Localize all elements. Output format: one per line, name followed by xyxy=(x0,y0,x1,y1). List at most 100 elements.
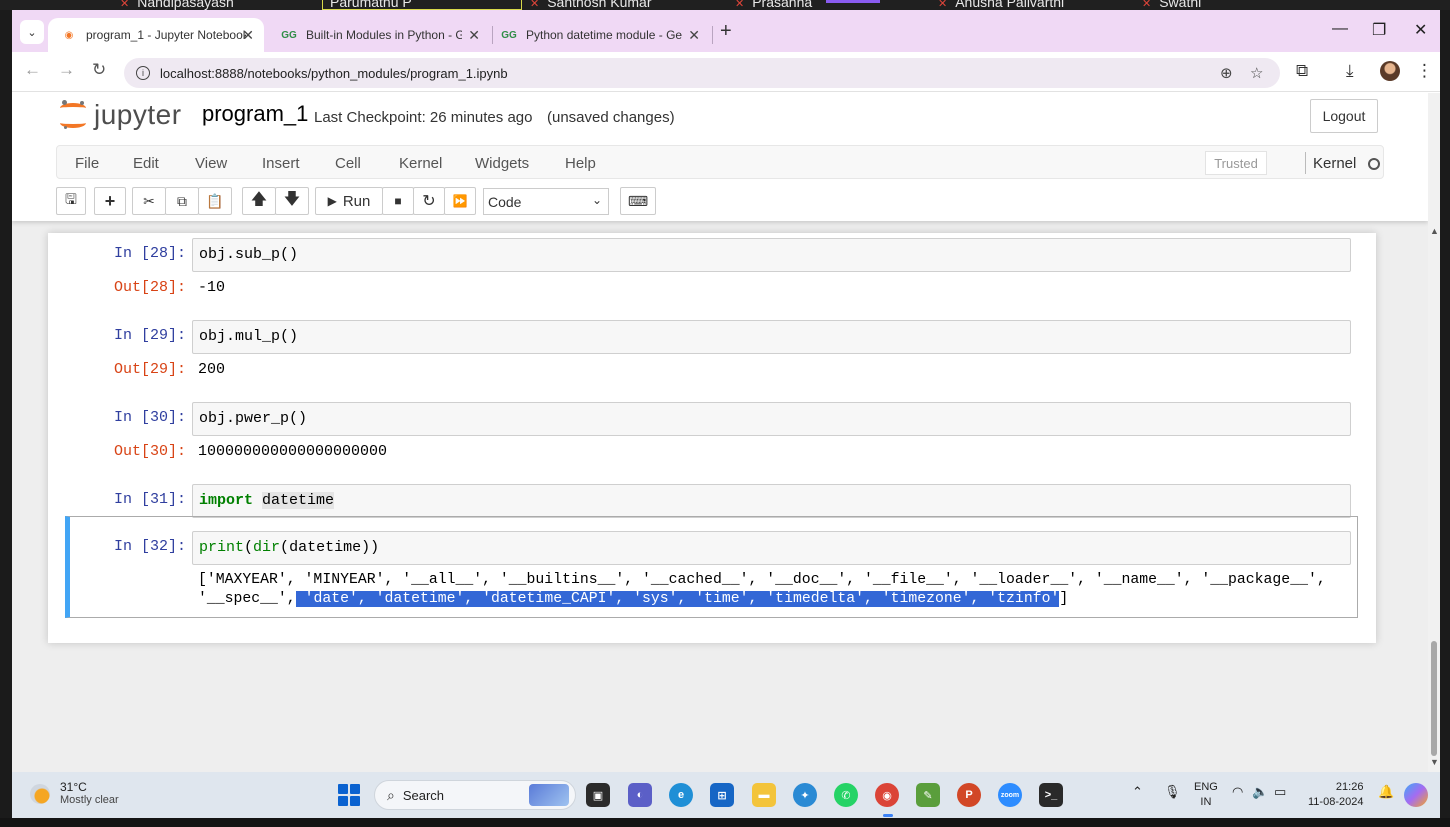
restore-icon[interactable]: ❐ xyxy=(1372,20,1386,40)
zoom-app-icon[interactable]: zoom xyxy=(998,783,1022,807)
back-icon[interactable]: ← xyxy=(24,60,41,80)
save-icon[interactable]: 🖫 xyxy=(56,187,86,215)
code-cell-input[interactable]: obj.sub_p() xyxy=(192,238,1351,272)
command-palette-icon[interactable]: ⌨ xyxy=(620,187,656,215)
edge-icon[interactable]: e xyxy=(669,783,693,807)
page-scrollbar[interactable]: ▲ ▼ xyxy=(1428,93,1440,772)
gfg-favicon-icon: GG xyxy=(281,29,297,41)
tab-datetime-module[interactable]: GG Python datetime module - Geel ✕ xyxy=(488,18,710,52)
jupyter-header: jupyter program_1 Last Checkpoint: 26 mi… xyxy=(12,93,1428,221)
forward-icon[interactable]: → xyxy=(58,60,75,80)
powerpoint-icon[interactable]: P xyxy=(957,783,981,807)
logout-button[interactable]: Logout xyxy=(1310,99,1378,133)
weather-widget[interactable]: 31°C Mostly clear xyxy=(30,780,119,806)
restart-kernel-icon[interactable]: ↻ xyxy=(413,187,445,215)
code-cell-input[interactable]: import datetime xyxy=(192,484,1351,518)
file-explorer-icon[interactable]: ▬ xyxy=(752,783,776,807)
extensions-icon[interactable]: ⧉ xyxy=(1296,61,1308,81)
site-info-icon[interactable]: i xyxy=(136,66,150,80)
notebook-menubar: File Edit View Insert Cell Kernel Widget… xyxy=(56,145,1384,179)
cell-output-line-1: ['MAXYEAR', 'MINYEAR', '__all__', '__bui… xyxy=(198,572,1326,588)
menu-help[interactable]: Help xyxy=(565,155,596,172)
show-hidden-icons-icon[interactable]: ⌃ xyxy=(1132,784,1143,800)
chrome-icon[interactable]: ◉ xyxy=(875,783,899,807)
windows-start-icon[interactable] xyxy=(338,784,360,806)
in-prompt: In [29]: xyxy=(114,327,187,344)
tab-program-1[interactable]: ◉ program_1 - Jupyter Notebook ✕ xyxy=(48,18,264,52)
whatsapp-icon[interactable]: ✆ xyxy=(834,783,858,807)
store-icon[interactable]: ⊞ xyxy=(710,783,734,807)
tab-builtin-modules[interactable]: GG Built-in Modules in Python - Ge ✕ xyxy=(268,18,490,52)
menu-widgets[interactable]: Widgets xyxy=(475,155,529,172)
download-icon[interactable]: ⤓ xyxy=(1346,61,1354,81)
mic-muted-icon: ✕ xyxy=(938,0,948,10)
profile-avatar[interactable] xyxy=(1380,61,1400,81)
search-highlight-image xyxy=(529,784,569,806)
terminal-icon[interactable]: >_ xyxy=(1039,783,1063,807)
zoom-icon[interactable]: ⊕ xyxy=(1220,64,1233,82)
close-tab-icon[interactable]: ✕ xyxy=(468,27,480,44)
selected-text[interactable]: 'date', 'datetime', 'datetime_CAPI', 'sy… xyxy=(295,591,1060,607)
screen-bottom-strip xyxy=(0,818,1450,827)
menu-edit[interactable]: Edit xyxy=(133,155,159,172)
cut-icon[interactable]: ✂ xyxy=(132,187,166,215)
url-input[interactable]: i localhost:8888/notebooks/python_module… xyxy=(124,58,1280,88)
minimize-icon[interactable]: — xyxy=(1332,20,1348,38)
scroll-down-icon[interactable]: ▼ xyxy=(1430,757,1439,767)
new-tab-icon[interactable]: + xyxy=(720,20,732,43)
cell-type-select[interactable]: Code ⌄ xyxy=(483,188,609,215)
reload-icon[interactable]: ↻ xyxy=(92,60,106,80)
close-tab-icon[interactable]: ✕ xyxy=(688,27,700,44)
trusted-indicator[interactable]: Trusted xyxy=(1205,151,1267,175)
restart-run-all-icon[interactable]: ⏩ xyxy=(444,187,476,215)
move-down-icon[interactable]: 🡇 xyxy=(275,187,309,215)
close-tab-icon[interactable]: ✕ xyxy=(242,27,254,44)
copy-icon[interactable]: ⧉ xyxy=(165,187,199,215)
notebook-title[interactable]: program_1 xyxy=(202,101,308,127)
weather-moon-icon xyxy=(30,784,50,804)
microphone-icon[interactable]: 🎙 xyxy=(1164,784,1181,800)
search-icon: ⌕ xyxy=(387,786,395,803)
participant-name: ✕ Prasanna xyxy=(735,0,813,10)
volume-icon[interactable]: 🔈 xyxy=(1252,784,1268,800)
insert-cell-icon[interactable]: + xyxy=(94,187,126,215)
menu-file[interactable]: File xyxy=(75,155,99,172)
teams-icon[interactable]: ◐ xyxy=(628,783,652,807)
jupyter-logo[interactable]: jupyter xyxy=(60,99,182,131)
run-button[interactable]: ▶ Run xyxy=(315,187,383,215)
browser-menu-icon[interactable]: ⋮ xyxy=(1416,61,1433,81)
task-view-icon[interactable]: ▣ xyxy=(586,783,610,807)
active-app-indicator xyxy=(883,814,893,817)
tab-search-button[interactable]: ⌄ xyxy=(20,20,44,44)
battery-icon[interactable]: ▭ xyxy=(1274,784,1286,800)
interrupt-kernel-icon[interactable]: ■ xyxy=(382,187,414,215)
code-cell-input[interactable]: obj.pwer_p() xyxy=(192,402,1351,436)
menu-kernel[interactable]: Kernel xyxy=(399,155,442,172)
copilot-icon[interactable]: ✦ xyxy=(793,783,817,807)
taskbar-search[interactable]: ⌕ Search xyxy=(374,780,576,810)
copilot-pre-icon[interactable] xyxy=(1404,783,1428,807)
in-prompt: In [32]: xyxy=(114,538,187,555)
move-up-icon[interactable]: 🡅 xyxy=(242,187,276,215)
system-clock[interactable]: 21:26 11-08-2024 xyxy=(1308,780,1363,810)
participant-name: ✕ Santhosh Kumar xyxy=(530,0,652,10)
scroll-up-icon[interactable]: ▲ xyxy=(1430,226,1439,236)
code-cell-input[interactable]: print(dir(datetime)) xyxy=(192,531,1351,565)
scrollbar-thumb[interactable] xyxy=(1431,641,1437,756)
language-indicator[interactable]: ENG IN xyxy=(1194,780,1218,810)
mic-muted-icon: ✕ xyxy=(120,0,130,10)
browser-window: ⌄ ◉ program_1 - Jupyter Notebook ✕ GG Bu… xyxy=(12,10,1440,772)
notifications-icon[interactable]: 🔔 xyxy=(1378,784,1394,800)
menu-insert[interactable]: Insert xyxy=(262,155,300,172)
close-window-icon[interactable]: ✕ xyxy=(1414,20,1427,40)
paint-icon[interactable]: ✎ xyxy=(916,783,940,807)
code-identifier: datetime xyxy=(262,492,335,509)
paste-icon[interactable]: 📋 xyxy=(198,187,232,215)
out-prompt: Out[29]: xyxy=(114,361,187,378)
menu-view[interactable]: View xyxy=(195,155,227,172)
bookmark-star-icon[interactable]: ☆ xyxy=(1250,64,1263,82)
code-cell-input[interactable]: obj.mul_p() xyxy=(192,320,1351,354)
wifi-icon[interactable]: ◠ xyxy=(1232,784,1243,800)
mic-muted-icon: ✕ xyxy=(530,0,540,10)
menu-cell[interactable]: Cell xyxy=(335,155,361,172)
